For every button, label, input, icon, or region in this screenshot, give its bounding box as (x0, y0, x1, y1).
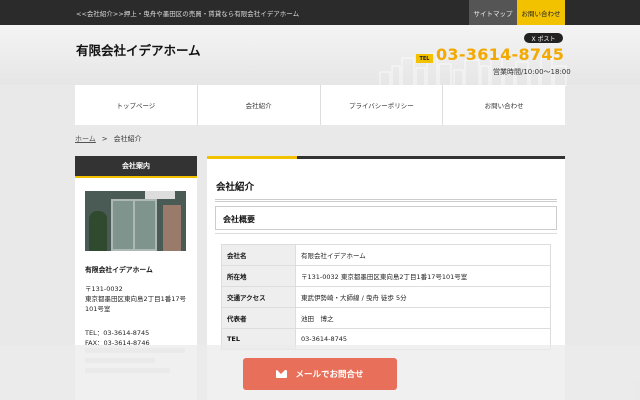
row-value: 有限会社イデアホーム (295, 244, 551, 266)
business-hours: 営業時間/10:00～18:00 (493, 68, 571, 76)
sidebar-street: 東京都墨田区東向島2丁目1番17号101号室 (85, 295, 187, 313)
row-label: 会社名 (221, 244, 296, 266)
section-divider (215, 233, 557, 234)
office-photo (85, 191, 186, 251)
site-title[interactable]: 有限会社イデアホーム (76, 40, 201, 59)
breadcrumb-home[interactable]: ホーム (75, 135, 96, 143)
row-label: 所在地 (221, 265, 296, 287)
table-row: 代表者 池田 博之 (221, 307, 551, 329)
mail-icon (276, 370, 288, 378)
row-value: 〒131-0032 東京都墨田区東向島2丁目1番17号101号室 (295, 265, 551, 287)
section-header-box: 会社概要 (215, 206, 557, 230)
tel-badge: TEL (416, 54, 433, 63)
row-value: 東武伊勢崎・大師線 / 曳舟 徒歩 5分 (295, 286, 551, 308)
breadcrumb-separator: > (101, 135, 108, 143)
global-nav: トップページ 会社紹介 プライバシーポリシー お問い合わせ (75, 85, 565, 125)
title-divider (215, 199, 557, 202)
mail-contact-button[interactable]: メールでお問合せ (243, 358, 397, 390)
row-label: 交通アクセス (221, 286, 296, 308)
main-top-rule (207, 156, 565, 159)
top-bar: <<会社紹介>>押上・曳舟や墨田区の売買・賃貸なら有限会社イデアホーム サイトマ… (0, 0, 640, 25)
row-value: 池田 博之 (295, 307, 551, 329)
row-label: 代表者 (221, 307, 296, 329)
company-info-table: 会社名 有限会社イデアホーム 所在地 〒131-0032 東京都墨田区東向島2丁… (221, 244, 551, 350)
sidebar-company-name: 有限会社イデアホーム (85, 266, 153, 274)
page-title: 会社紹介 (216, 182, 255, 193)
nav-item-privacy[interactable]: プライバシーポリシー (321, 85, 444, 125)
phone-number[interactable]: 03-3614-8745 (436, 45, 564, 64)
section-title: 会社概要 (223, 215, 255, 224)
sidebar-postal: 〒131-0032 (85, 285, 123, 293)
table-row: 会社名 有限会社イデアホーム (221, 244, 551, 266)
table-row: 交通アクセス 東武伊勢崎・大師線 / 曳舟 徒歩 5分 (221, 286, 551, 308)
nav-item-top[interactable]: トップページ (75, 85, 198, 125)
table-row: 所在地 〒131-0032 東京都墨田区東向島2丁目1番17号101号室 (221, 265, 551, 287)
breadcrumb-current: 会社紹介 (113, 135, 142, 143)
site-tagline: <<会社紹介>>押上・曳舟や墨田区の売買・賃貸なら有限会社イデアホーム (76, 10, 300, 18)
nav-item-company[interactable]: 会社紹介 (198, 85, 321, 125)
contact-link-top[interactable]: お問い合わせ (517, 0, 565, 25)
sidebar-heading: 会社案内 (75, 156, 197, 178)
breadcrumb: ホーム > 会社紹介 (75, 134, 142, 144)
x-post-button[interactable]: X ポスト (524, 33, 563, 43)
sidebar-tel: TEL：03-3614-8745 (85, 329, 150, 337)
sidebar-address: 〒131-0032 東京都墨田区東向島2丁目1番17号101号室 (85, 284, 193, 314)
sitemap-link[interactable]: サイトマップ (469, 0, 517, 25)
mail-button-label: メールでお問合せ (295, 370, 364, 380)
nav-item-contact[interactable]: お問い合わせ (443, 85, 565, 125)
